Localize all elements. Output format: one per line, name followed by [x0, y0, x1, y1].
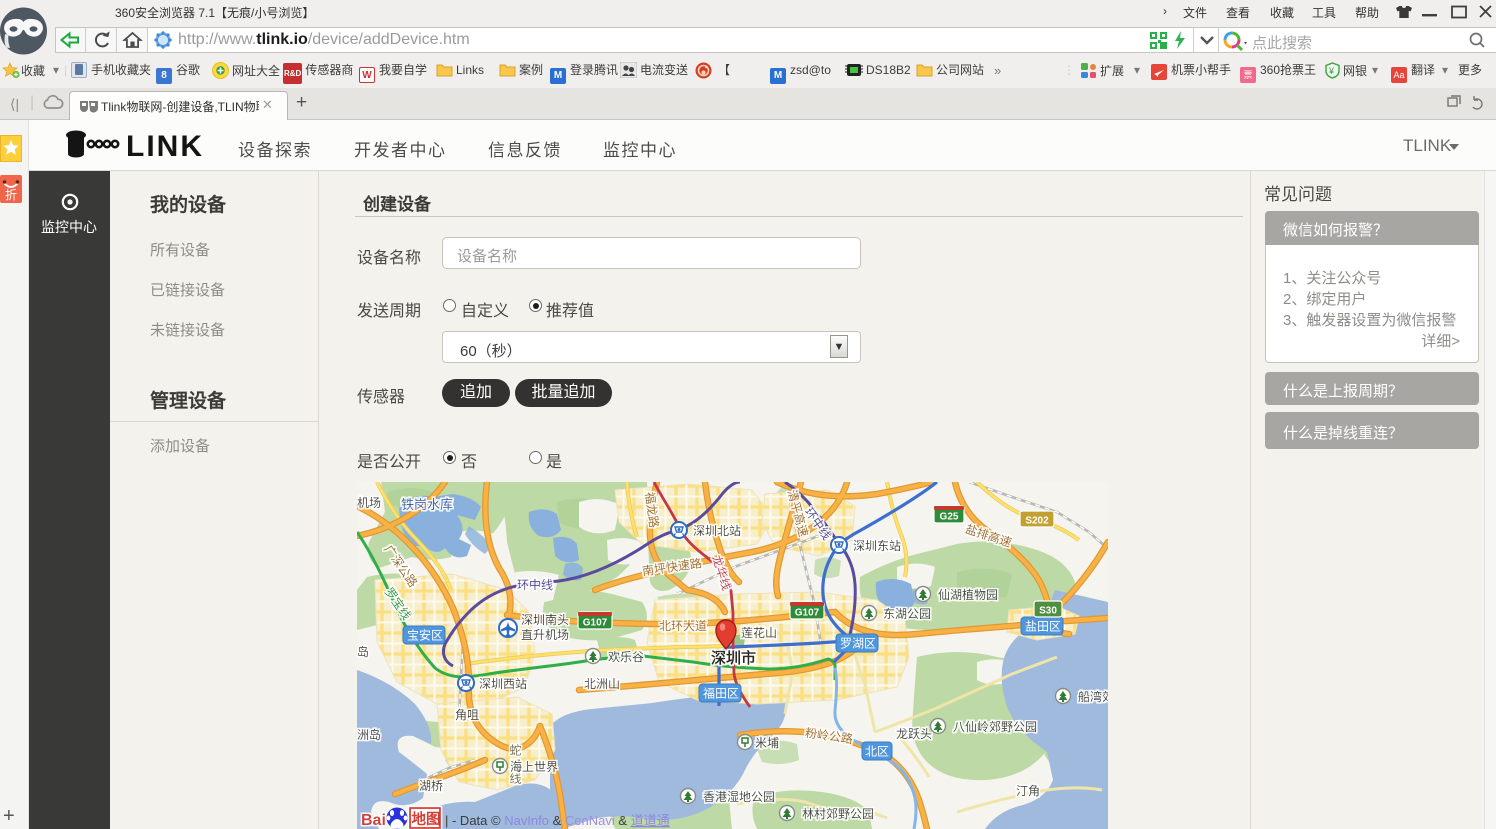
svg-text:深圳西站: 深圳西站 [479, 677, 527, 691]
svg-text:罗湖区: 罗湖区 [840, 636, 876, 651]
svg-text:直升机场: 直升机场 [521, 628, 569, 642]
svg-text:汀角: 汀角 [1016, 784, 1040, 798]
svg-text:S202: S202 [1025, 516, 1049, 527]
svg-text:洲岛: 洲岛 [357, 727, 381, 742]
svg-text:东湖公园: 东湖公园 [883, 606, 931, 621]
svg-text:深圳南头: 深圳南头 [521, 612, 569, 627]
svg-text:宝安区: 宝安区 [407, 628, 443, 643]
svg-text:八仙岭郊野公园: 八仙岭郊野公园 [953, 720, 1037, 734]
svg-text:船湾郊: 船湾郊 [1078, 689, 1108, 704]
svg-text:盐田区: 盐田区 [1025, 620, 1061, 634]
svg-text:北洲山: 北洲山 [584, 677, 620, 691]
svg-text:林村郊野公园: 林村郊野公园 [802, 807, 874, 821]
svg-text:欢乐谷: 欢乐谷 [608, 649, 644, 664]
svg-text:du: du [391, 820, 401, 829]
svg-text:G107: G107 [583, 618, 608, 629]
svg-text:铁岗水库: 铁岗水库 [401, 497, 453, 512]
svg-text:深圳北站: 深圳北站 [693, 524, 741, 538]
svg-text:G107: G107 [795, 608, 820, 619]
svg-text:Bai: Bai [361, 812, 386, 829]
svg-text:北区: 北区 [865, 745, 889, 759]
svg-text:湖桥: 湖桥 [419, 778, 443, 793]
svg-text:福田区: 福田区 [703, 686, 739, 701]
svg-text:香港湿地公园: 香港湿地公园 [703, 789, 775, 804]
svg-text:G25: G25 [940, 512, 959, 523]
svg-text:仙湖植物园: 仙湖植物园 [938, 587, 998, 602]
svg-text:深圳东站: 深圳东站 [853, 539, 901, 553]
svg-text:北环大道: 北环大道 [659, 619, 707, 633]
svg-text:地图: 地图 [412, 810, 441, 828]
svg-text:¥: ¥ [1328, 66, 1335, 76]
svg-text:S30: S30 [1039, 606, 1057, 617]
svg-text:龙跃头: 龙跃头 [896, 727, 932, 741]
svg-text:米埔: 米埔 [755, 736, 779, 750]
svg-text:莲花山: 莲花山 [741, 625, 777, 640]
svg-text:环中线: 环中线 [517, 577, 553, 592]
svg-text:岛: 岛 [357, 644, 369, 659]
svg-text:| - Data © NavInfo & CenNavi &: | - Data © NavInfo & CenNavi & 道道通 [445, 813, 670, 828]
svg-text:LINK: LINK [126, 130, 204, 163]
svg-text:机场: 机场 [357, 496, 381, 510]
svg-text:折: 折 [5, 187, 17, 202]
svg-text:海上世界: 海上世界 [510, 759, 558, 774]
svg-text:角咀: 角咀 [455, 708, 479, 722]
svg-text:深圳市: 深圳市 [711, 649, 756, 667]
